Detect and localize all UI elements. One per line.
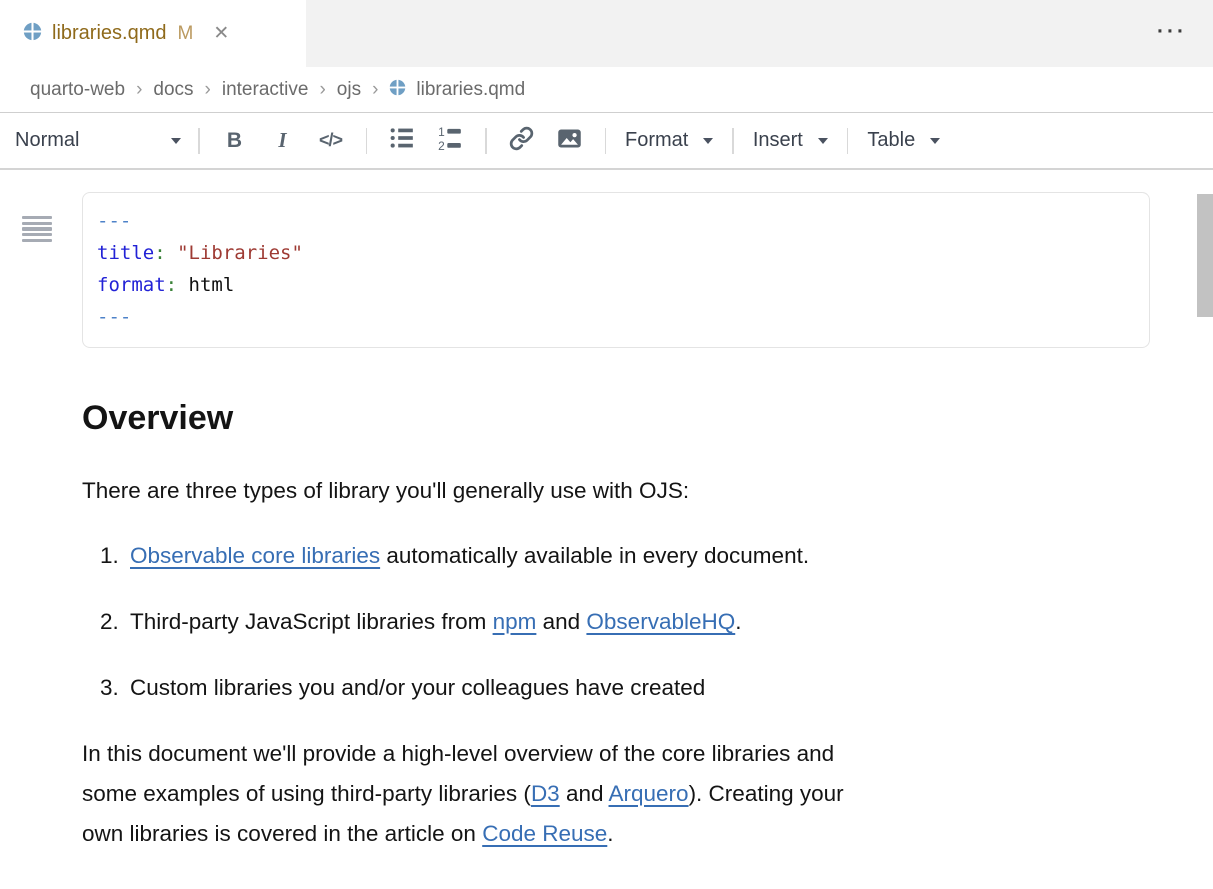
closing-paragraph: In this document we'll provide a high-le… — [82, 734, 1213, 854]
toolbar-divider — [732, 128, 734, 154]
code-button[interactable]: </> — [307, 121, 355, 161]
paragraph-text: ). Creating your — [689, 781, 844, 806]
toolbar-divider — [198, 128, 200, 154]
link-arquero[interactable]: Arquero — [609, 781, 689, 806]
paragraph-text: and — [560, 781, 609, 806]
insert-link-button[interactable] — [498, 121, 546, 161]
yaml-colon: : — [154, 242, 165, 264]
list-number: 2. — [100, 605, 130, 638]
link-observable-core-libraries[interactable]: Observable core libraries — [130, 543, 380, 568]
link-icon — [509, 126, 534, 156]
editor-toolbar: Normal B I </> 1 2 — [0, 113, 1213, 170]
table-menu-label: Table — [867, 129, 915, 152]
format-menu[interactable]: Format — [617, 129, 721, 152]
yaml-string-value: "Libraries" — [177, 242, 303, 264]
more-actions-icon[interactable]: ··· — [1157, 20, 1187, 44]
bulleted-list-button[interactable] — [378, 121, 426, 161]
link-d3[interactable]: D3 — [531, 781, 560, 806]
paragraph-line: some examples of using third-party libra… — [82, 774, 1213, 814]
yaml-key: title — [97, 242, 154, 264]
image-icon — [556, 125, 583, 157]
yaml-colon: : — [166, 274, 177, 296]
yaml-line: --- — [97, 301, 1133, 333]
breadcrumb-item-quarto-web[interactable]: quarto-web — [30, 79, 125, 101]
chevron-down-icon — [930, 138, 940, 144]
breadcrumb-separator: › — [319, 79, 325, 101]
vertical-scrollbar[interactable] — [1197, 194, 1213, 317]
insert-menu[interactable]: Insert — [745, 129, 836, 152]
paragraph-line: In this document we'll provide a high-le… — [82, 734, 1213, 774]
quarto-file-icon — [23, 22, 42, 46]
numbered-list-icon: 1 2 — [437, 125, 463, 156]
breadcrumb-item-interactive[interactable]: interactive — [222, 79, 309, 101]
breadcrumb-separator: › — [205, 79, 211, 101]
list-number: 1. — [100, 539, 130, 572]
code-icon: </> — [319, 130, 342, 151]
numbered-list: 1.Observable core libraries automaticall… — [100, 539, 1213, 704]
yaml-line: title: "Libraries" — [97, 237, 1133, 269]
paragraph-text: some examples of using third-party libra… — [82, 781, 531, 806]
tab-libraries-qmd[interactable]: libraries.qmd M ✕ — [0, 0, 306, 67]
chevron-down-icon — [818, 138, 828, 144]
list-number: 3. — [100, 671, 130, 704]
toolbar-divider — [847, 128, 849, 154]
yaml-line: --- — [97, 205, 1133, 237]
link-code-reuse[interactable]: Code Reuse — [482, 821, 607, 846]
yaml-front-matter-block[interactable]: --- title: "Libraries" format: html --- — [82, 192, 1150, 348]
list-item: 1.Observable core libraries automaticall… — [100, 539, 1213, 572]
list-item-text: automatically available in every documen… — [380, 543, 809, 568]
italic-icon: I — [278, 128, 286, 153]
format-menu-label: Format — [625, 129, 688, 152]
yaml-value: html — [177, 274, 234, 296]
paragraph-text: own libraries is covered in the article … — [82, 821, 482, 846]
breadcrumb-separator: › — [136, 79, 142, 101]
paragraph-line: own libraries is covered in the article … — [82, 814, 1213, 854]
editor-content[interactable]: --- title: "Libraries" format: html --- … — [0, 192, 1213, 889]
chevron-down-icon — [703, 138, 713, 144]
tab-bar: libraries.qmd M ✕ ··· — [0, 0, 1213, 67]
yaml-line: format: html — [97, 269, 1133, 301]
breadcrumb-item-ojs[interactable]: ojs — [337, 79, 361, 101]
list-item-text: . — [735, 609, 741, 634]
paragraph-style-dropdown[interactable]: Normal — [15, 129, 187, 152]
insert-image-button[interactable] — [546, 121, 594, 161]
yaml-key: format — [97, 274, 166, 296]
chevron-down-icon — [171, 138, 181, 144]
bold-icon: B — [227, 129, 242, 153]
tab-filename: libraries.qmd — [52, 22, 166, 45]
table-menu[interactable]: Table — [859, 129, 948, 152]
paragraph-text: In this document we'll provide a high-le… — [82, 741, 834, 766]
yaml-delimiter: --- — [97, 210, 131, 232]
list-item-text: Third-party JavaScript libraries from — [130, 609, 493, 634]
list-item: 2.Third-party JavaScript libraries from … — [100, 605, 1213, 638]
breadcrumb-separator: › — [372, 79, 378, 101]
svg-text:1: 1 — [438, 125, 445, 139]
breadcrumb: quarto-web › docs › interactive › ojs › … — [0, 67, 1213, 113]
block-drag-handle-icon[interactable] — [22, 216, 52, 242]
link-npm[interactable]: npm — [493, 609, 537, 634]
toolbar-divider — [366, 128, 368, 154]
intro-paragraph: There are three types of library you'll … — [82, 474, 1213, 507]
insert-menu-label: Insert — [753, 129, 803, 152]
close-icon[interactable]: ✕ — [213, 24, 229, 43]
list-item-text: and — [536, 609, 586, 634]
breadcrumb-item-docs[interactable]: docs — [153, 79, 193, 101]
yaml-delimiter: --- — [97, 306, 131, 328]
paragraph-style-value: Normal — [15, 129, 79, 152]
italic-button[interactable]: I — [259, 121, 307, 161]
list-item: 3.Custom libraries you and/or your colle… — [100, 671, 1213, 704]
document-heading: Overview — [82, 398, 1213, 438]
link-observablehq[interactable]: ObservableHQ — [586, 609, 735, 634]
breadcrumb-item-file[interactable]: libraries.qmd — [416, 79, 525, 101]
paragraph-text: . — [607, 821, 613, 846]
toolbar-divider — [485, 128, 487, 154]
bold-button[interactable]: B — [211, 121, 259, 161]
list-item-text: Custom libraries you and/or your colleag… — [130, 675, 705, 700]
svg-text:2: 2 — [438, 139, 445, 151]
modified-badge: M — [177, 23, 193, 45]
numbered-list-button[interactable]: 1 2 — [426, 121, 474, 161]
toolbar-divider — [605, 128, 607, 154]
quarto-file-icon — [389, 79, 406, 101]
bulleted-list-icon — [389, 125, 415, 156]
